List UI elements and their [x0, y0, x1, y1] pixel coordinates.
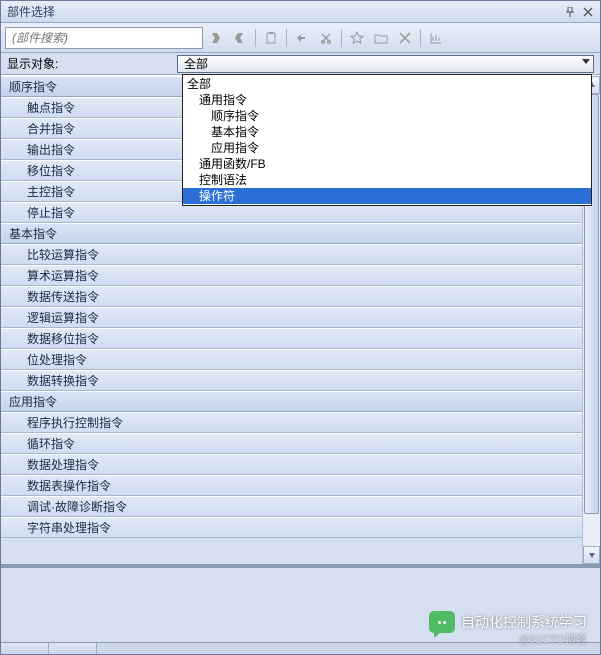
dropdown-option[interactable]: 通用函数/FB — [183, 156, 591, 172]
separator — [420, 29, 421, 47]
cut-icon[interactable] — [315, 27, 337, 49]
titlebar: 部件选择 — [1, 1, 600, 23]
tree-item[interactable]: 算术运算指令 — [1, 265, 582, 286]
dropdown-option[interactable]: 操作符 — [183, 188, 591, 204]
scroll-down-icon[interactable] — [583, 546, 600, 564]
footer-tab[interactable] — [1, 643, 49, 654]
find-next-icon[interactable] — [205, 27, 227, 49]
filter-label: 显示对象: — [7, 55, 177, 72]
reply-icon[interactable] — [291, 27, 313, 49]
watermark: 自动化控制系统学习 — [429, 611, 587, 633]
filter-select[interactable]: 全部 — [177, 55, 594, 73]
delete-icon[interactable] — [394, 27, 416, 49]
footer-tab[interactable] — [49, 643, 97, 654]
dropdown-option[interactable]: 基本指令 — [183, 124, 591, 140]
dropdown-option[interactable]: 顺序指令 — [183, 108, 591, 124]
folder-icon[interactable] — [370, 27, 392, 49]
separator — [341, 29, 342, 47]
filter-row: 显示对象: 全部 全部通用指令顺序指令基本指令应用指令通用函数/FB控制语法操作… — [1, 53, 600, 75]
tree-item[interactable]: 调试·故障诊断指令 — [1, 496, 582, 517]
tree-item[interactable]: 比较运算指令 — [1, 244, 582, 265]
dropdown-option[interactable]: 全部 — [183, 76, 591, 92]
find-prev-icon[interactable] — [229, 27, 251, 49]
dropdown-option[interactable]: 控制语法 — [183, 172, 591, 188]
separator — [255, 29, 256, 47]
dropdown-option[interactable]: 通用指令 — [183, 92, 591, 108]
chart-icon[interactable] — [425, 27, 447, 49]
star-icon[interactable] — [346, 27, 368, 49]
tree-item[interactable]: 数据转换指令 — [1, 370, 582, 391]
tree-item[interactable]: 循环指令 — [1, 433, 582, 454]
tree-item[interactable]: 数据传送指令 — [1, 286, 582, 307]
close-icon[interactable] — [580, 4, 596, 20]
filter-dropdown: 全部通用指令顺序指令基本指令应用指令通用函数/FB控制语法操作符 — [182, 74, 592, 206]
chevron-down-icon — [582, 59, 590, 64]
tree-category[interactable]: 基本指令 — [1, 223, 582, 244]
tree-item[interactable]: 数据移位指令 — [1, 328, 582, 349]
search-input[interactable] — [5, 27, 203, 49]
tree-item[interactable]: 数据表操作指令 — [1, 475, 582, 496]
footer — [1, 642, 600, 654]
clipboard-icon[interactable] — [260, 27, 282, 49]
filter-selected-value: 全部 — [184, 55, 208, 72]
panel-title: 部件选择 — [5, 3, 560, 20]
tree-item[interactable]: 位处理指令 — [1, 349, 582, 370]
dropdown-option[interactable]: 应用指令 — [183, 140, 591, 156]
tree-item[interactable]: 逻辑运算指令 — [1, 307, 582, 328]
tree-category[interactable]: 应用指令 — [1, 391, 582, 412]
tree-item[interactable]: 字符串处理指令 — [1, 517, 582, 538]
toolbar — [1, 23, 600, 53]
tree-item[interactable]: 数据处理指令 — [1, 454, 582, 475]
watermark-sub: @51CTO博客 — [519, 631, 587, 647]
wechat-icon — [429, 611, 455, 633]
component-selection-panel: 部件选择 显示对象: 全部 全部通用指令顺序指令基本指令应用指令通用函数/FB控… — [0, 0, 601, 655]
watermark-text: 自动化控制系统学习 — [461, 612, 587, 632]
separator — [286, 29, 287, 47]
pin-icon[interactable] — [562, 4, 578, 20]
tree-item[interactable]: 程序执行控制指令 — [1, 412, 582, 433]
